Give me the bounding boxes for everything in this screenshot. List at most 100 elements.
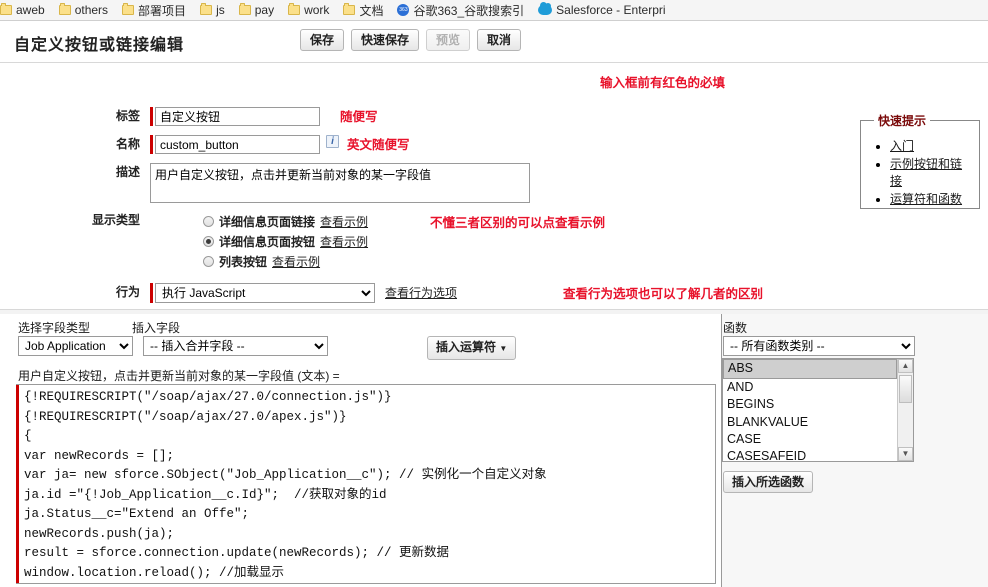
radio-icon[interactable] — [203, 215, 214, 227]
custom-button-form: 输入框前有红色的必填 标签 随便写 名称 i 英文随便写 描述 显示类型 — [0, 63, 988, 331]
behavior-select[interactable]: 执行 JavaScript — [155, 283, 375, 303]
bookmark-item[interactable]: 部署项目 — [115, 0, 193, 20]
display-type-row: 显示类型 详细信息页面链接 查看示例 详细信息页面按钮 查看示例 列表按钮 查看… — [0, 211, 368, 271]
bookmark-item[interactable]: pay — [232, 0, 281, 20]
view-example-link[interactable]: 查看示例 — [320, 213, 368, 230]
insert-operator-label: 插入运算符 — [436, 340, 497, 354]
scrollbar-thumb[interactable] — [899, 375, 912, 403]
option-label: 详细信息页面链接 — [219, 214, 316, 229]
save-button[interactable]: 保存 — [300, 29, 345, 51]
folder-icon — [200, 3, 213, 15]
bookmark-item[interactable]: js — [193, 0, 232, 20]
display-type-option-detail-link[interactable]: 详细信息页面链接 查看示例 — [203, 211, 368, 231]
bookmark-label: pay — [254, 3, 275, 17]
required-marker — [150, 135, 153, 154]
bookmark-item[interactable]: work — [281, 0, 336, 20]
scroll-down-arrow-icon[interactable]: ▼ — [898, 447, 913, 461]
option-label: 详细信息页面按钮 — [219, 234, 316, 249]
quick-tips-title: 快速提示 — [878, 114, 927, 128]
bookmark-label: others — [74, 3, 109, 17]
name-field-label: 名称 — [115, 137, 140, 151]
label-input[interactable] — [155, 107, 320, 126]
function-list-item[interactable]: BLANKVALUE — [723, 414, 897, 431]
folder-icon — [0, 3, 12, 15]
functions-scrollbar[interactable]: ▲ ▼ — [897, 359, 913, 461]
folder-icon — [58, 3, 71, 15]
header-button-group: 保存 快速保存 预览 取消 — [300, 29, 522, 51]
folder-icon — [343, 3, 356, 15]
formula-code-textarea[interactable] — [19, 385, 715, 583]
bookmark-item[interactable]: Salesforce - Enterpri — [531, 0, 672, 20]
display-type-option-list-button[interactable]: 列表按钮 查看示例 — [203, 251, 368, 271]
function-list-item[interactable]: ABS — [723, 359, 897, 379]
description-field-label: 描述 — [115, 165, 140, 179]
behavior-label: 行为 — [115, 285, 140, 299]
view-example-link[interactable]: 查看示例 — [320, 233, 368, 250]
function-list-item[interactable]: CASESAFEID — [723, 448, 897, 461]
bookmark-item[interactable]: 文档 — [336, 0, 390, 20]
quick-save-button[interactable]: 快速保存 — [351, 29, 420, 51]
view-behavior-options-link[interactable]: 查看行为选项 — [385, 283, 457, 303]
folder-icon — [288, 3, 301, 15]
name-field-annotation: 英文随便写 — [347, 137, 410, 152]
function-category-select[interactable]: -- 所有函数类别 -- — [723, 336, 915, 356]
insert-field-select[interactable]: -- 插入合并字段 -- — [143, 336, 328, 356]
name-input[interactable] — [155, 135, 320, 154]
quick-tips-list-item[interactable]: 运算符和函数 — [890, 190, 970, 207]
formula-code-area[interactable] — [16, 384, 716, 584]
quick-tip-link[interactable]: 示例按钮和链接 — [890, 157, 962, 188]
folder-icon — [238, 3, 251, 15]
browser-bookmarks-bar: aweb others 部署项目 js pay work 文档 谷歌363_谷歌… — [0, 0, 988, 21]
bookmark-label: 谷歌363_谷歌搜索引 — [413, 3, 525, 18]
bookmark-item[interactable]: 谷歌363_谷歌搜索引 — [390, 0, 531, 20]
formula-header-text: 用户自定义按钮，点击并更新当前对象的某一字段值 (文本) = — [18, 369, 340, 383]
display-type-annotation: 不懂三者区别的可以点查看示例 — [430, 215, 606, 230]
required-marker — [150, 107, 153, 126]
required-field-annotation: 输入框前有红色的必填 — [600, 75, 726, 90]
quick-tips-list-item[interactable]: 入门 — [890, 137, 970, 154]
bookmark-label: js — [216, 3, 225, 17]
insert-operator-button[interactable]: 插入运算符 ▼ — [427, 336, 517, 360]
page-title: 自定义按钮或链接编辑 — [14, 37, 185, 54]
quick-tip-link[interactable]: 运算符和函数 — [890, 192, 962, 206]
formula-left-pane: 选择字段类型 插入字段 Job Application -- 插入合并字段 --… — [0, 314, 720, 587]
label-field-row: 标签 随便写 — [0, 107, 378, 126]
functions-listbox[interactable]: ABS AND BEGINS BLANKVALUE CASE CASESAFEI… — [722, 358, 914, 462]
scroll-up-arrow-icon[interactable]: ▲ — [898, 359, 913, 373]
bookmark-label: 文档 — [359, 3, 384, 18]
quick-tips-list: 入门 示例按钮和链接 运算符和函数 — [870, 137, 970, 207]
radio-icon-selected[interactable] — [203, 235, 214, 247]
folder-icon — [122, 3, 135, 15]
field-type-label: 选择字段类型 — [18, 321, 91, 335]
quick-tip-link[interactable]: 入门 — [890, 139, 914, 153]
salesforce-cloud-icon — [538, 2, 553, 15]
required-marker — [150, 283, 153, 303]
bookmark-label: work — [304, 3, 330, 17]
functions-list-items: ABS AND BEGINS BLANKVALUE CASE CASESAFEI… — [723, 359, 897, 461]
cancel-button[interactable]: 取消 — [477, 29, 522, 51]
formula-editor-section: 选择字段类型 插入字段 Job Application -- 插入合并字段 --… — [0, 314, 988, 587]
description-textarea[interactable] — [150, 163, 530, 203]
function-list-item[interactable]: CASE — [723, 431, 897, 448]
quick-tips-list-item[interactable]: 示例按钮和链接 — [890, 155, 970, 189]
field-type-select[interactable]: Job Application — [18, 336, 133, 356]
salesforce-setup-page: 自定义按钮或链接编辑 保存 快速保存 预览 取消 输入框前有红色的必填 标签 随… — [0, 22, 988, 587]
bookmark-item[interactable]: others — [52, 0, 115, 20]
bookmark-label: 部署项目 — [138, 3, 187, 18]
radio-icon[interactable] — [203, 255, 214, 267]
view-example-link[interactable]: 查看示例 — [272, 253, 320, 270]
label-field-annotation: 随便写 — [340, 109, 378, 124]
function-list-item[interactable]: BEGINS — [723, 396, 897, 413]
info-icon[interactable]: i — [326, 135, 339, 148]
preview-button: 预览 — [426, 29, 471, 51]
bookmark-item[interactable]: aweb — [0, 0, 52, 20]
insert-selected-function-button[interactable]: 插入所选函数 — [723, 471, 814, 493]
bookmark-label: aweb — [16, 3, 45, 17]
name-field-row: 名称 i 英文随便写 — [0, 135, 410, 154]
behavior-annotation: 查看行为选项也可以了解几者的区别 — [563, 286, 764, 301]
display-type-option-detail-button[interactable]: 详细信息页面按钮 查看示例 — [203, 231, 368, 251]
functions-label: 函数 — [723, 321, 748, 335]
insert-field-label: 插入字段 — [132, 321, 181, 335]
function-list-item[interactable]: AND — [723, 379, 897, 396]
behavior-row: 行为 执行 JavaScript 查看行为选项 — [0, 283, 457, 303]
